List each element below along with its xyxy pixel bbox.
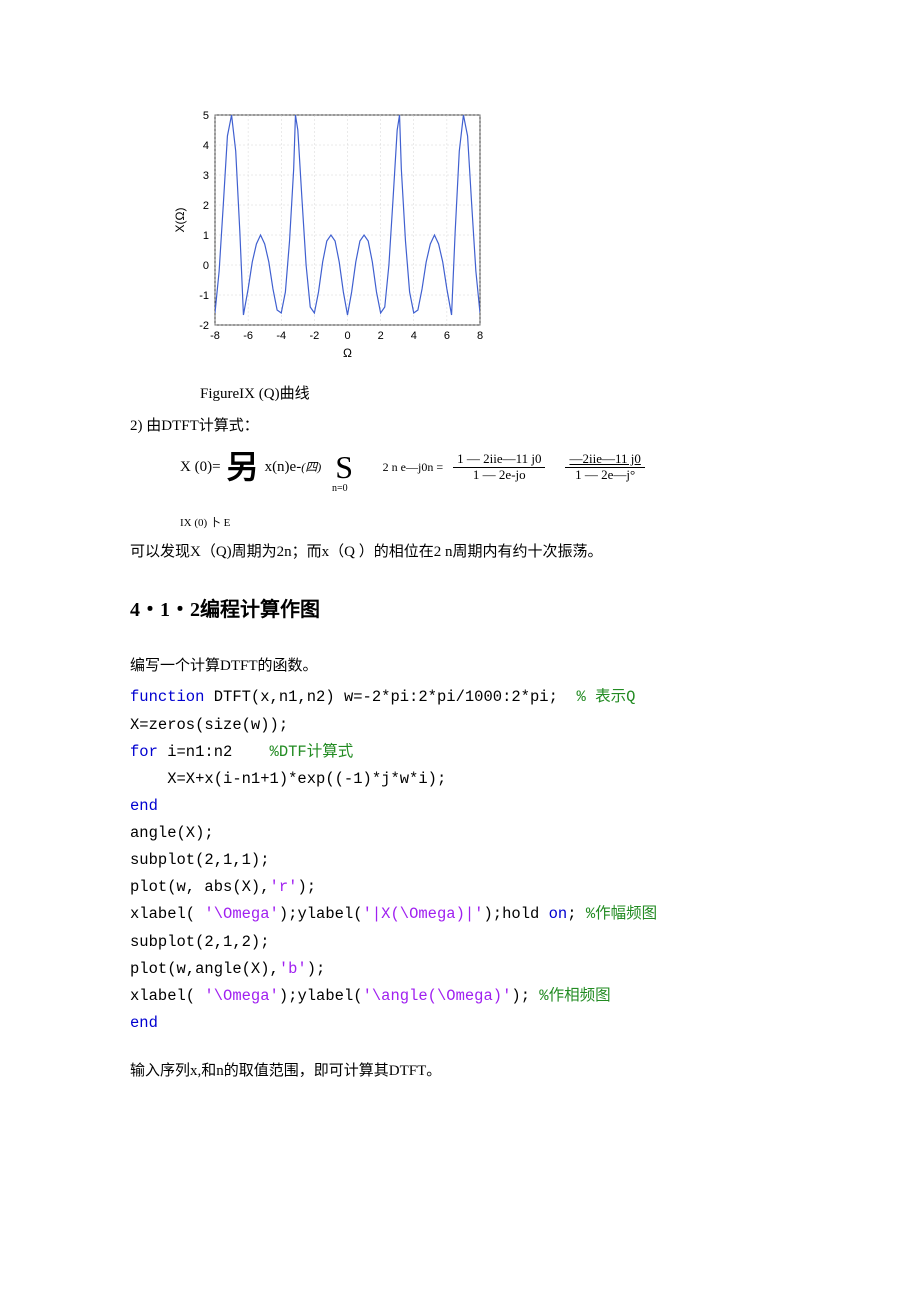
post-text: 输入序列x,和n的取值范围，即可计算其DTFT。 (130, 1059, 790, 1083)
eq-frac1-den: 1 — 2e-jo (469, 468, 530, 483)
code-l12e: ); (511, 987, 539, 1005)
code-l9g: ; (567, 905, 586, 923)
svg-text:6: 6 (444, 330, 450, 342)
str-l8: 'r' (270, 878, 298, 896)
eq-lhs: X (0)= (180, 455, 221, 479)
cmt-l3: %DTF计算式 (270, 743, 354, 761)
kw-for: for (130, 743, 158, 761)
code-l9e: );hold (483, 905, 548, 923)
code-l11c: ); (307, 960, 326, 978)
eq-term1: x(n)e- (265, 455, 302, 479)
svg-text:-4: -4 (276, 330, 286, 342)
svg-text:-8: -8 (210, 330, 220, 342)
cmt-l1: % 表示Q (576, 688, 635, 706)
code-l4: X=X+x(i-n1+1)*exp((-1)*j*w*i); (130, 770, 446, 788)
eq-sum-symbol: 另 (227, 442, 259, 493)
code-l3b: i=n1:n2 (158, 743, 270, 761)
eq-frac2-den: 1 — 2e—j° (571, 468, 639, 483)
eq-frac2-num: —2iie—11 j0 (565, 452, 644, 468)
svg-text:0: 0 (344, 330, 350, 342)
code-l10: subplot(2,1,2); (130, 933, 270, 951)
chart-figure: -8 -6 -4 -2 0 2 4 6 8 -2 -1 0 1 2 3 4 5 Ω X(Ω) (170, 105, 790, 374)
code-l8c: ); (297, 878, 316, 896)
svg-text:-6: -6 (243, 330, 253, 342)
eq-frac1: 1 — 2iie—11 j0 1 — 2e-jo (453, 452, 545, 483)
code-intro: 编写一个计算DTFT的函数。 (130, 654, 790, 678)
str-l12d: '\angle(\Omega)' (363, 987, 512, 1005)
str-l9d: '|X(\Omega)|' (363, 905, 484, 923)
code-l11a: plot(w,angle(X), (130, 960, 279, 978)
svg-text:X(Ω): X(Ω) (173, 208, 187, 233)
code-l7: subplot(2,1,1); (130, 851, 270, 869)
svg-text:-2: -2 (199, 320, 209, 332)
svg-text:4: 4 (411, 330, 417, 342)
code-l9c: );ylabel( (279, 905, 363, 923)
svg-text:4: 4 (203, 140, 209, 152)
svg-text:Ω: Ω (343, 346, 352, 360)
observation-text: 可以发现X（Q)周期为2n；而x（Q ）的相位在2 n周期内有约十次振荡。 (130, 540, 790, 564)
svg-text:0: 0 (203, 260, 209, 272)
kw-end1: end (130, 797, 158, 815)
cmt-l9: %作幅频图 (586, 905, 657, 923)
svg-text:-2: -2 (309, 330, 319, 342)
line-chart: -8 -6 -4 -2 0 2 4 6 8 -2 -1 0 1 2 3 4 5 Ω X(Ω) (170, 105, 490, 365)
svg-text:5: 5 (203, 110, 209, 122)
code-l9a: xlabel( (130, 905, 204, 923)
eq-frac1-num: 1 — 2iie—11 j0 (453, 452, 545, 468)
code-l2: X=zeros(size(w)); (130, 716, 288, 734)
svg-text:2: 2 (203, 200, 209, 212)
str-l11: 'b' (279, 960, 307, 978)
str-l9b: '\Omega' (204, 905, 278, 923)
eq-sub2: 2 n e—j0n = (383, 458, 443, 477)
dtft-calc-label: 2) 由DTFT计算式： (130, 414, 790, 438)
kw-function: function (130, 688, 204, 706)
eq-neq: n=0 (332, 481, 348, 497)
cmt-l12: %作相频图 (539, 987, 610, 1005)
svg-text:-1: -1 (199, 290, 209, 302)
str-l12b: '\Omega' (204, 987, 278, 1005)
code-l12a: xlabel( (130, 987, 204, 1005)
code-l12c: );ylabel( (279, 987, 363, 1005)
code-l8a: plot(w, abs(X), (130, 878, 270, 896)
code-block: function DTFT(x,n1,n2) w=-2*pi:2*pi/1000… (130, 684, 790, 1037)
equation-line: X (0)= 另 x(n)e- (四) S n=0 2 n e—j0n = 1 … (180, 442, 790, 493)
kw-end2: end (130, 1014, 158, 1032)
eq-term1-it: (四) (301, 458, 321, 477)
code-l6: angle(X); (130, 824, 214, 842)
svg-text:1: 1 (203, 230, 209, 242)
kw-on: on (549, 905, 568, 923)
section-heading: 4・1・2编程计算作图 (130, 594, 790, 626)
eq-frac2: —2iie—11 j0 1 — 2e—j° (565, 452, 644, 483)
small-equation: IX (0) 卜 E (180, 515, 790, 533)
svg-text:3: 3 (203, 170, 209, 182)
svg-text:8: 8 (477, 330, 483, 342)
figure-caption: FigureIX (Q)曲线 (200, 382, 790, 406)
code-l1b: DTFT(x,n1,n2) w=-2*pi:2*pi/1000:2*pi; (204, 688, 576, 706)
svg-text:2: 2 (378, 330, 384, 342)
